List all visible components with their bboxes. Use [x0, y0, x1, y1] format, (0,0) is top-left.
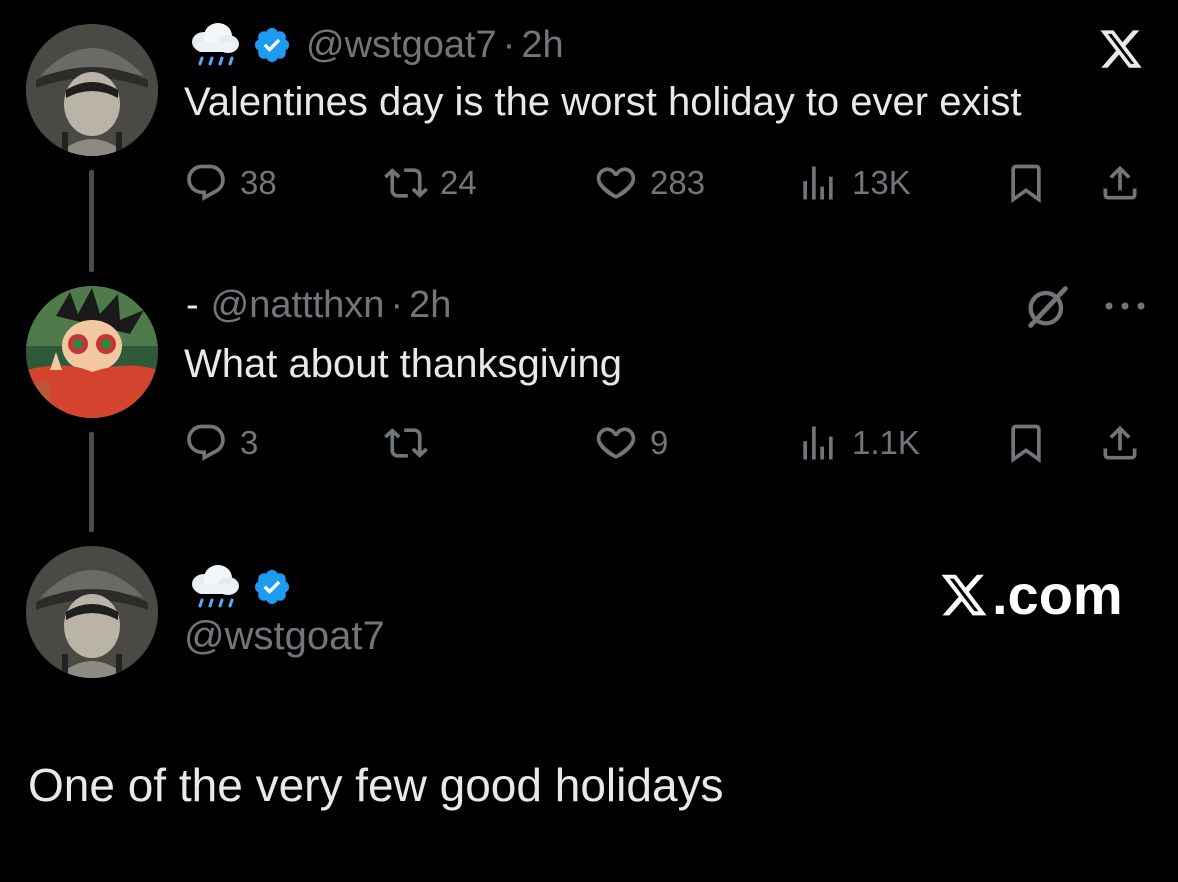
reply-button[interactable]: 3 [184, 418, 258, 468]
reply-count: 3 [240, 424, 259, 461]
views-count: 1.1K [852, 424, 920, 461]
share-button[interactable] [1098, 418, 1142, 468]
x-logo-icon [941, 574, 987, 615]
tweet-time[interactable]: 2h [409, 284, 451, 327]
tweet-handle[interactable]: @wstgoat7 [306, 24, 497, 67]
verified-badge-icon [254, 569, 290, 605]
retweet-icon [384, 168, 428, 198]
x-dot-com-brand: .com [938, 562, 1123, 627]
separator-dot: · [502, 23, 516, 66]
share-button[interactable] [1098, 158, 1142, 208]
rain-cloud-icon [192, 565, 239, 608]
retweet-icon [384, 428, 428, 458]
display-name[interactable]: - [186, 284, 199, 327]
heart-icon [596, 427, 636, 459]
tweet-header [186, 562, 306, 612]
reply-count: 38 [240, 164, 277, 201]
tweet-header: - @nattthxn · 2h [186, 282, 451, 328]
bookmark-icon [1011, 424, 1041, 464]
reply-icon [187, 424, 225, 461]
tweet-handle[interactable]: @nattthxn [211, 284, 385, 327]
thread-connector [89, 432, 94, 532]
reply-icon [187, 164, 225, 201]
more-options-icon[interactable] [1102, 296, 1148, 316]
views-count: 13K [852, 164, 911, 201]
avatar[interactable] [26, 286, 158, 418]
like-count: 9 [650, 424, 669, 461]
retweet-button[interactable]: 24 [384, 158, 477, 208]
thread-view: @wstgoat7 · 2h Valentines day is the wor… [0, 0, 1178, 882]
grok-icon[interactable] [1022, 280, 1074, 332]
retweet-count: 24 [440, 164, 477, 201]
tweet-text: Valentines day is the worst holiday to e… [184, 80, 1022, 124]
verified-badge-icon [254, 27, 290, 63]
bookmark-button[interactable] [1004, 418, 1048, 468]
heart-icon [596, 167, 636, 199]
rain-cloud-icon [192, 23, 239, 66]
like-button[interactable]: 9 [594, 418, 668, 468]
views-button[interactable]: 13K [796, 158, 911, 208]
tweet-text: One of the very few good holidays [28, 759, 724, 811]
tweet-header: @wstgoat7 · 2h [186, 22, 564, 68]
reply-button[interactable]: 38 [184, 158, 277, 208]
avatar[interactable] [26, 546, 158, 678]
tweet-time[interactable]: 2h [521, 24, 563, 67]
brand-domain: .com [992, 563, 1123, 626]
tweet-actions: 3 9 1.1K [184, 418, 1144, 468]
tweet-handle[interactable]: @wstgoat7 [184, 614, 385, 659]
like-count: 283 [650, 164, 706, 201]
tweet-actions: 38 24 283 13K [184, 158, 1144, 208]
tweet-text: What about thanksgiving [184, 342, 623, 386]
like-button[interactable]: 283 [594, 158, 705, 208]
share-icon [1103, 165, 1137, 200]
x-logo-icon[interactable] [1096, 26, 1146, 72]
views-button[interactable]: 1.1K [796, 418, 920, 468]
retweet-button[interactable] [384, 418, 440, 468]
bookmark-icon [1011, 164, 1041, 204]
bookmark-button[interactable] [1004, 158, 1048, 208]
views-icon [803, 166, 833, 200]
separator-dot: · [390, 283, 404, 326]
share-icon [1103, 425, 1137, 460]
avatar[interactable] [26, 24, 158, 156]
thread-connector [89, 170, 94, 272]
views-icon [803, 426, 833, 460]
